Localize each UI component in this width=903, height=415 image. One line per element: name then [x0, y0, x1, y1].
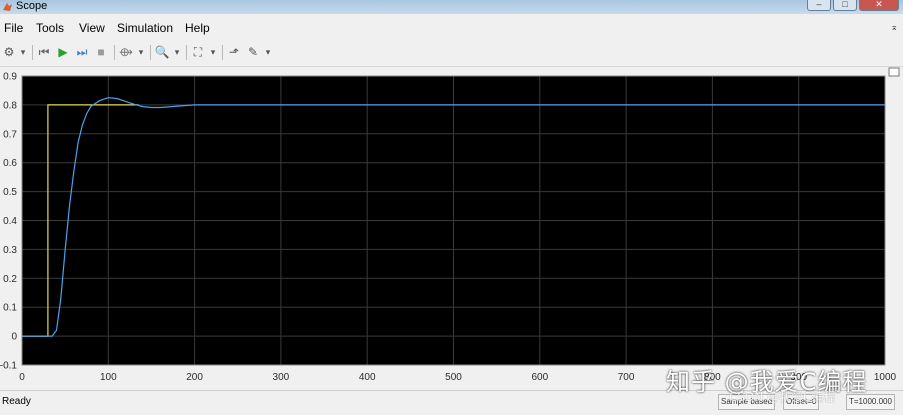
y-tick-label: 0.7	[3, 129, 17, 140]
edit-icon[interactable]: ✎	[245, 44, 261, 60]
step-forward-icon[interactable]: ⏭	[74, 44, 90, 60]
menu-view[interactable]: View	[79, 21, 105, 35]
settings-icon[interactable]: ⚙	[2, 44, 16, 60]
menu-tools[interactable]: Tools	[36, 21, 64, 35]
x-tick-label: 100	[100, 372, 117, 383]
menu-simulation[interactable]: Simulation	[117, 21, 173, 35]
x-tick-label: 300	[273, 372, 290, 383]
y-tick-label: -0.1	[0, 361, 17, 372]
y-tick-label: 0.5	[3, 187, 17, 198]
dropdown-arrow-icon[interactable]: ▾	[209, 44, 217, 60]
x-tick-label: 400	[359, 372, 376, 383]
toolbar-separator	[114, 45, 115, 60]
toolbar-separator	[32, 45, 33, 60]
window-titlebar: Scope – □ ✕	[0, 0, 903, 14]
scope-plot-panel: 0 100 200 300 400 500 600 700 800 900 1000 -0.1 0 0.1…	[0, 67, 903, 390]
window-title: Scope	[16, 0, 48, 12]
matlab-icon	[3, 3, 12, 11]
dropdown-arrow-icon[interactable]: ▾	[173, 44, 181, 60]
y-tick-label: 0.4	[3, 216, 17, 227]
y-tick-label: 0.3	[3, 245, 17, 256]
x-tick-label: 200	[186, 372, 203, 383]
x-tick-label: 600	[531, 372, 548, 383]
minimize-button[interactable]: –	[807, 0, 831, 11]
x-tick-label: 0	[19, 372, 25, 383]
dropdown-arrow-icon[interactable]: ▾	[19, 44, 27, 60]
step-back-icon[interactable]: ⏮	[36, 44, 52, 60]
y-tick-label: 0	[11, 332, 17, 343]
toolbar: ⚙ ▾ ⏮ ▶ ⏭ ■ ⟴ ▾ 🔍 ▾ ⛶ ▾ ⬏ ✎ ▾	[0, 40, 903, 67]
x-tick-label: 700	[618, 372, 635, 383]
y-tick-label: 0.6	[3, 158, 17, 169]
close-button[interactable]: ✕	[859, 0, 899, 11]
toolbar-separator	[150, 45, 151, 60]
toolbar-separator	[222, 45, 223, 60]
stop-icon[interactable]: ■	[93, 44, 109, 60]
run-icon[interactable]: ▶	[55, 44, 71, 60]
menu-file[interactable]: File	[4, 21, 23, 35]
x-tick-label: 1000	[874, 372, 897, 383]
fit-to-view-icon[interactable]: ⛶	[190, 44, 206, 60]
watermark-csdn: CSDN @我爱C编程	[729, 390, 836, 404]
scope-chart[interactable]: 0 100 200 300 400 500 600 700 800 900 1000-0.100.1…	[0, 67, 903, 390]
window-controls: – □ ✕	[807, 0, 899, 12]
pin-icon[interactable]: ⌅	[890, 22, 898, 33]
menu-bar: File Tools View Simulation Help ⌅	[0, 17, 903, 39]
y-tick-label: 0.8	[3, 100, 17, 111]
menu-help[interactable]: Help	[185, 21, 210, 35]
y-tick-label: 0.9	[3, 72, 17, 83]
maximize-button[interactable]: □	[833, 0, 857, 11]
x-tick-label: 500	[445, 372, 462, 383]
expand-axes-icon	[888, 67, 900, 77]
y-tick-label: 0.2	[3, 274, 17, 285]
zoom-icon[interactable]: 🔍	[154, 44, 170, 60]
status-text: Ready	[2, 396, 31, 407]
highlight-icon[interactable]: ⟴	[118, 44, 134, 60]
toolbar-separator	[186, 45, 187, 60]
dropdown-arrow-icon[interactable]: ▾	[264, 44, 272, 60]
y-tick-label: 0.1	[3, 303, 17, 314]
trigger-icon[interactable]: ⬏	[226, 44, 242, 60]
dropdown-arrow-icon[interactable]: ▾	[137, 44, 145, 60]
